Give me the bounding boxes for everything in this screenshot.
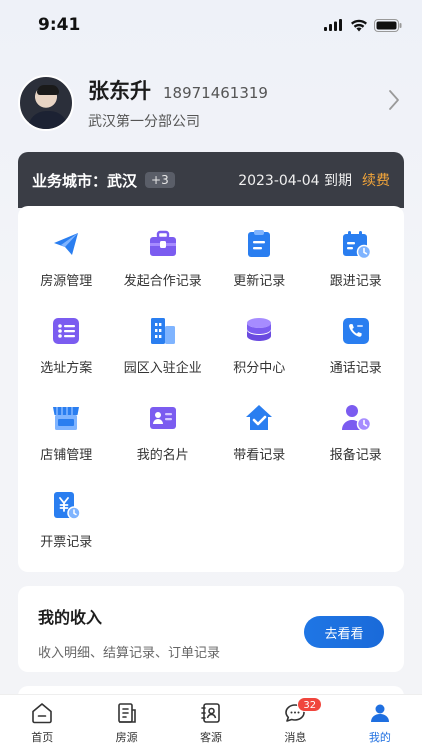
status-icons [324,18,402,32]
person-icon [370,704,389,722]
menu-item-points-center[interactable]: 积分中心 [211,309,308,396]
tab-home[interactable]: 首页 [0,695,84,750]
id-card-icon [149,407,176,429]
menu-item-label: 报备记录 [329,448,382,463]
store-icon [53,407,80,430]
menu-item-label: 积分中心 [233,361,286,376]
menu-item-label: 开票记录 [40,535,93,550]
profile-header[interactable]: 张东升 18971461319 武汉第一分部公司 [18,72,404,134]
chevron-right-icon[interactable] [384,89,404,117]
menu-item-label: 更新记录 [233,274,286,289]
menu-item-label: 选址方案 [40,361,93,376]
menu-item-label: 店铺管理 [40,448,93,463]
business-city-bar: 业务城市：武汉 +3 2023-04-04 到期 续费 [18,152,404,208]
menu-item-update-record[interactable]: 更新记录 [211,222,308,309]
business-city-label: 业务城市：武汉 [32,171,138,190]
coin-stack-icon [247,318,272,341]
avatar[interactable] [18,75,74,131]
bottom-tab-bar: 首页 房源 客源 32 消息 我的 [0,694,422,750]
menu-item-label: 房源管理 [40,274,93,289]
user-company: 武汉第一分部公司 [88,114,200,130]
menu-item-store-management[interactable]: 店铺管理 [18,396,115,483]
view-income-button[interactable]: 去看看 [304,616,384,648]
tab-label: 首页 [31,731,54,744]
user-phone: 18971461319 [163,84,268,102]
status-time: 9:41 [38,15,81,35]
menu-item-label: 通话记录 [329,361,382,376]
expire-date: 2023-04-04 到期 [238,173,352,189]
tab-mine[interactable]: 我的 [338,695,422,750]
menu-item-invoice-record[interactable]: 开票记录 [18,483,115,570]
wifi-icon [351,19,367,31]
tab-customers[interactable]: 客源 [169,695,253,750]
invoice-icon [54,492,81,520]
menu-grid: 房源管理 发起合作记录 更新记录 跟进记录 选址方案 园区入驻企业 积分中心 通… [18,206,404,570]
tab-messages[interactable]: 32 消息 [253,695,337,750]
battery-icon [374,18,402,32]
menu-item-label: 园区入驻企业 [123,361,202,376]
briefcase-icon [149,230,176,256]
menu-item-label: 跟进记录 [329,274,382,289]
unread-badge: 32 [297,697,323,712]
tab-label: 我的 [368,731,391,744]
menu-item-follow-up-record[interactable]: 跟进记录 [308,222,405,309]
tab-listings[interactable]: 房源 [84,695,168,750]
tab-label: 消息 [284,731,307,744]
contact-book-icon [201,703,220,723]
income-card: 我的收入 收入明细、结算记录、订单记录 去看看 [18,586,404,672]
menu-item-label: 我的名片 [136,448,189,463]
house-check-icon [246,405,273,430]
tab-label: 客源 [200,731,223,744]
menu-item-park-enterprises[interactable]: 园区入驻企业 [115,309,212,396]
menu-item-report-record[interactable]: 报备记录 [308,396,405,483]
calendar-clock-icon [342,231,371,260]
status-bar: 9:41 [0,0,422,50]
home-icon [32,703,53,724]
menu-card: 房源管理 发起合作记录 更新记录 跟进记录 选址方案 园区入驻企业 积分中心 通… [18,206,404,572]
renew-link[interactable]: 续费 [362,170,390,190]
list-icon [53,318,80,344]
phone-icon [342,318,369,344]
clipboard-icon [248,230,271,257]
menu-item-cooperation-record[interactable]: 发起合作记录 [115,222,212,309]
profile-info: 张东升 18971461319 武汉第一分部公司 [88,75,384,131]
menu-item-my-card[interactable]: 我的名片 [115,396,212,483]
menu-item-site-plan[interactable]: 选址方案 [18,309,115,396]
building-doc-icon [117,703,136,723]
person-clock-icon [341,405,371,432]
buildings-icon [150,318,175,344]
menu-item-viewing-record[interactable]: 带看记录 [211,396,308,483]
menu-item-label: 带看记录 [233,448,286,463]
paper-plane-icon [54,233,79,255]
menu-item-listing-management[interactable]: 房源管理 [18,222,115,309]
menu-item-label: 发起合作记录 [123,274,202,289]
tab-label: 房源 [115,731,138,744]
city-more-badge[interactable]: +3 [145,172,175,188]
signal-icon [324,19,342,31]
user-name: 张东升 [88,79,151,103]
menu-item-call-record[interactable]: 通话记录 [308,309,405,396]
